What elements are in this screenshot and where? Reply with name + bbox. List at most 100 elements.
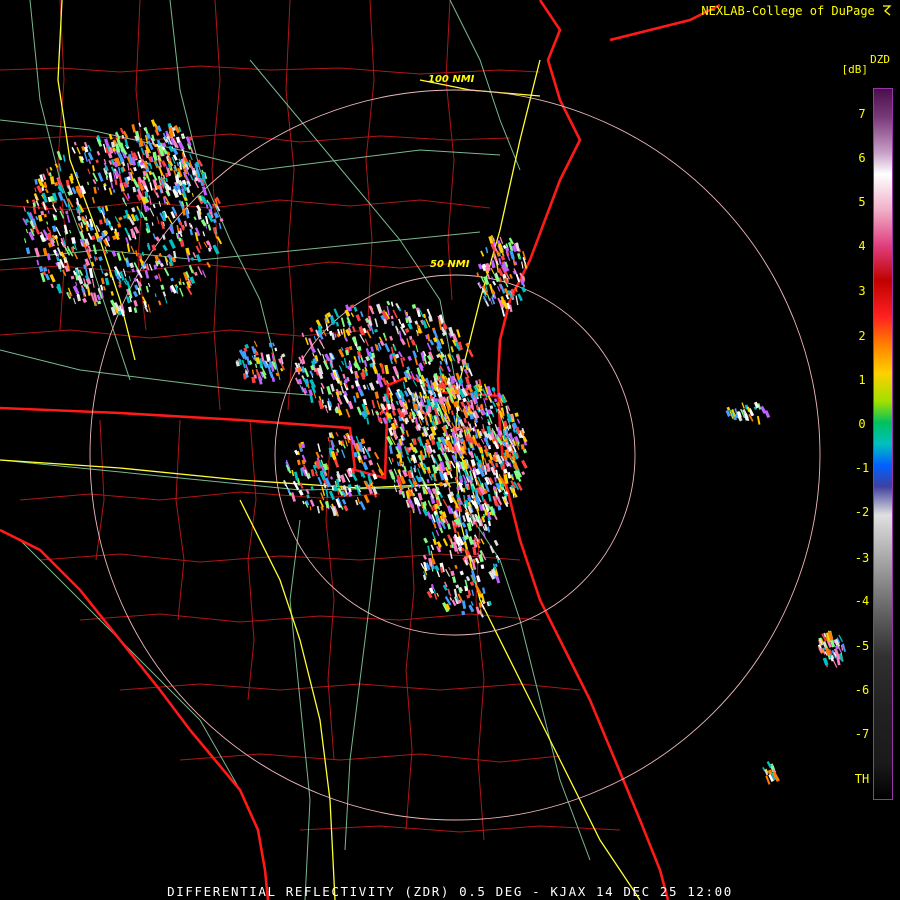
radar-echo: [81, 146, 86, 151]
radar-echo: [163, 267, 170, 277]
radar-echo: [76, 146, 81, 155]
radar-echo: [293, 471, 299, 481]
radar-echo: [150, 119, 157, 127]
radar-echo: [373, 451, 380, 460]
radar-echo: [301, 332, 305, 338]
radar-echo: [202, 231, 206, 237]
radar-echo: [402, 381, 406, 389]
radar-echo: [98, 219, 103, 225]
radar-echo: [308, 337, 314, 348]
radar-echo: [255, 357, 261, 365]
radar-echo: [463, 417, 467, 423]
radar-echo: [124, 138, 129, 148]
radar-echo: [98, 256, 103, 262]
colorbar-tick: -7: [854, 727, 870, 741]
radar-echo: [345, 440, 348, 447]
radar-echo: [253, 340, 258, 348]
radar-echo: [51, 225, 57, 233]
radar-echo: [97, 300, 102, 305]
radar-echo: [431, 531, 436, 540]
radar-echo: [521, 459, 528, 469]
radar-echo: [100, 277, 105, 285]
radar-echo: [131, 124, 137, 133]
radar-echo: [309, 395, 314, 404]
radar-echo: [391, 410, 397, 417]
radar-echo: [274, 347, 278, 352]
radar-echo: [92, 244, 98, 255]
radar-echo: [480, 438, 485, 445]
radar-echo: [310, 469, 315, 477]
radar-echo: [73, 243, 78, 251]
radar-echo: [317, 476, 323, 485]
radar-echo: [128, 275, 132, 282]
radar-echo: [433, 523, 437, 529]
radar-echo: [49, 166, 53, 171]
radar-echo: [82, 297, 88, 304]
radar-echo: [398, 307, 402, 312]
radar-echo: [447, 588, 452, 597]
radar-echo: [114, 179, 118, 186]
radar-echo: [83, 152, 88, 162]
radar-echo: [401, 408, 406, 413]
radar-echo: [366, 417, 370, 425]
radar-echo: [359, 500, 366, 511]
radar-echo: [509, 250, 515, 260]
radar-echo: [201, 270, 207, 278]
radar-echo: [207, 224, 212, 231]
radar-echo: [49, 176, 55, 185]
radar-echo: [28, 231, 35, 241]
radar-echo: [436, 592, 440, 597]
radar-echo: [442, 538, 449, 547]
radar-echo: [178, 237, 182, 242]
radar-echo: [246, 356, 250, 365]
radar-echo: [493, 539, 499, 547]
radar-echo: [439, 360, 443, 365]
radar-echo: [487, 273, 491, 280]
radar-echo: [168, 256, 174, 266]
radar-echo: [388, 456, 393, 465]
radar-echoes: [22, 119, 846, 785]
radar-echo: [478, 446, 484, 454]
radar-echo: [393, 468, 398, 475]
radar-echo: [341, 449, 346, 459]
radar-echo: [374, 328, 378, 333]
radar-echo: [331, 393, 334, 398]
radar-echo: [391, 375, 397, 383]
radar-echo: [179, 287, 184, 297]
radar-echo: [145, 285, 150, 293]
radar-echo: [71, 236, 76, 245]
radar-echo: [379, 340, 385, 347]
radar-echo: [464, 529, 469, 535]
radar-echo: [93, 186, 97, 194]
radar-echo: [392, 365, 399, 376]
radar-echo: [103, 285, 106, 291]
radar-echo: [172, 147, 179, 156]
radar-echo: [126, 243, 131, 253]
radar-echo: [34, 187, 37, 193]
radar-echo: [354, 379, 360, 387]
radar-echo: [182, 281, 186, 286]
radar-echo: [368, 459, 374, 466]
radar-echo: [450, 570, 455, 577]
radar-echo: [362, 384, 367, 390]
radar-echo: [327, 437, 330, 442]
radar-echo: [304, 337, 309, 346]
radar-echo: [179, 233, 183, 237]
radar-echo: [471, 589, 475, 597]
colorbar-tick: -5: [854, 639, 870, 653]
radar-echo: [132, 186, 136, 193]
radar-echo: [472, 546, 477, 556]
radar-echo: [462, 487, 466, 493]
radar-echo: [350, 384, 355, 389]
radar-echo: [405, 430, 410, 437]
radar-echo: [86, 286, 91, 296]
radar-map[interactable]: 100 NMI 50 NMI: [0, 0, 900, 900]
radar-echo: [313, 335, 317, 341]
radar-echo: [446, 365, 452, 373]
radar-echo: [130, 245, 135, 254]
radar-echo: [415, 344, 419, 353]
legend-product-code: DZD: [870, 53, 890, 66]
radar-echo: [516, 418, 521, 424]
radar-echo: [162, 244, 168, 252]
radar-echo: [480, 538, 485, 545]
